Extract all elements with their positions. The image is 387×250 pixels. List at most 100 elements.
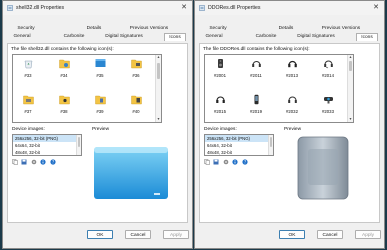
icon-cell[interactable]: #2015 (209, 93, 231, 117)
device-images-list[interactable]: 256x256, 32-bit (PNG) 64x64, 32-bit 48x4… (204, 134, 274, 156)
tab-digital-signatures[interactable]: Digital Signatures (104, 33, 144, 40)
device-image-item[interactable]: 256x256, 32-bit (PNG) (205, 135, 273, 142)
device-images-list[interactable]: 256x256, 32-bit (PNG) 64x64, 32-bit 48x4… (12, 134, 82, 156)
tab-carbonite[interactable]: Carbonite (61, 33, 87, 40)
scroll-thumb[interactable] (157, 63, 160, 79)
icon-label: #2015 (214, 109, 226, 114)
scroll-up-icon[interactable]: ▲ (348, 55, 353, 60)
tab-security[interactable]: Security (14, 25, 38, 32)
icon-cell[interactable]: #2011 (245, 57, 267, 81)
icon-cell[interactable]: #37 (17, 93, 39, 117)
device-image-item[interactable]: 48x48, 32-bit (205, 149, 273, 156)
cancel-button[interactable]: Cancel (125, 230, 151, 239)
info-icon[interactable] (40, 159, 46, 165)
icon-list[interactable]: #33 #34 #35 #36 #37 #38 #39 #40 ▲ ▼ (12, 54, 162, 123)
window-title: DDORes.dll Properties (208, 5, 261, 11)
device-image-item[interactable]: 64x64, 32-bit (205, 142, 273, 149)
icons-caption: The file DDORes.dll contains the followi… (203, 47, 310, 52)
tab-details[interactable]: Details (82, 25, 106, 32)
tab-digital-signatures[interactable]: Digital Signatures (296, 33, 336, 40)
icon-cell[interactable]: #35 (89, 57, 111, 81)
svg-text:?: ? (244, 160, 246, 165)
scroll-down-icon[interactable]: ▼ (348, 117, 353, 122)
tab-icons[interactable]: Icons (356, 33, 378, 41)
folder-icon (22, 95, 34, 105)
tab-previous-versions[interactable]: Previous Versions (318, 25, 364, 32)
icon-cell[interactable]: #2033 (317, 93, 339, 117)
icon-cell[interactable]: #33 (17, 57, 39, 81)
copy-icon[interactable] (12, 159, 18, 165)
scroll-down-icon[interactable]: ▼ (156, 117, 161, 122)
speaker-preview-icon (297, 136, 349, 200)
ok-button[interactable]: OK (279, 230, 305, 239)
icon-cell[interactable]: #40 (125, 93, 147, 117)
tab-strip: Security Details Previous Versions Gener… (6, 25, 189, 41)
icon-label: #2032 (286, 109, 298, 114)
copy-icon[interactable] (204, 159, 210, 165)
headset-icon (251, 61, 261, 67)
icon-list-scrollbar[interactable]: ▲ ▼ (155, 55, 161, 122)
icon-cell[interactable]: #2014 (317, 57, 339, 81)
close-icon[interactable]: ✕ (373, 3, 379, 11)
device-list-scrollbar[interactable] (268, 135, 273, 155)
icon-cell[interactable]: #2019 (245, 93, 267, 117)
icon-cell[interactable]: #38 (53, 93, 75, 117)
tab-security[interactable]: Security (206, 25, 230, 32)
properties-window-shell32: shell32.dll Properties ✕ Security Detail… (2, 0, 193, 249)
tab-details[interactable]: Details (274, 25, 298, 32)
icon-label: #2001 (214, 73, 226, 78)
help-icon[interactable]: ? (241, 159, 248, 165)
preview-label: Preview (284, 127, 302, 132)
device-images-label: Device images: (12, 127, 45, 132)
icon-cell[interactable]: #39 (89, 93, 111, 117)
webcam-icon (323, 97, 333, 104)
device-list-scrollbar[interactable] (76, 135, 81, 155)
icon-label: #35 (96, 73, 104, 78)
scroll-thumb[interactable] (78, 137, 80, 147)
device-image-item[interactable]: 256x256, 32-bit (PNG) (13, 135, 81, 142)
close-icon[interactable]: ✕ (181, 3, 187, 11)
cancel-button[interactable]: Cancel (317, 230, 343, 239)
dll-file-icon (199, 5, 205, 11)
apply-button[interactable]: Apply (355, 230, 381, 239)
help-icon[interactable]: ? (49, 159, 56, 165)
scroll-up-icon[interactable]: ▲ (156, 55, 161, 60)
tab-carbonite[interactable]: Carbonite (253, 33, 279, 40)
icon-label: #33 (24, 73, 32, 78)
icon-list[interactable]: #2001 #2011 #2013 #2014 #2015 #2019 #203… (204, 54, 354, 123)
icon-cell[interactable]: #34 (53, 57, 75, 81)
settings-icon[interactable] (31, 159, 37, 165)
info-icon[interactable] (232, 159, 238, 165)
save-icon[interactable] (213, 159, 219, 165)
device-image-item[interactable]: 64x64, 32-bit (13, 142, 81, 149)
tab-icons[interactable]: Icons (164, 33, 186, 41)
settings-icon[interactable] (223, 159, 229, 165)
tab-previous-versions[interactable]: Previous Versions (126, 25, 172, 32)
dll-file-icon (7, 5, 13, 11)
folder-globe-icon (58, 59, 70, 69)
headset-icon (323, 60, 333, 69)
icon-label: #36 (132, 73, 140, 78)
title-bar[interactable]: DDORes.dll Properties ✕ (195, 1, 384, 15)
icon-cell[interactable]: #2001 (209, 57, 231, 81)
tab-strip: Security Details Previous Versions Gener… (198, 25, 381, 41)
icon-cell[interactable]: #2013 (281, 57, 303, 81)
icon-cell[interactable]: #2032 (281, 93, 303, 117)
tab-general[interactable]: General (204, 33, 224, 40)
speaker-icon (217, 59, 223, 68)
icon-label: #37 (24, 109, 32, 114)
scroll-thumb[interactable] (349, 61, 352, 71)
save-icon[interactable] (21, 159, 27, 165)
icons-caption: The file shell32.dll contains the follow… (11, 47, 114, 52)
folder-icon (58, 95, 70, 105)
ok-button[interactable]: OK (87, 230, 113, 239)
icon-label: #38 (60, 109, 68, 114)
scroll-thumb[interactable] (270, 137, 272, 147)
apply-button[interactable]: Apply (163, 230, 189, 239)
icon-list-scrollbar[interactable]: ▲ ▼ (347, 55, 353, 122)
folder-icon (130, 95, 142, 105)
title-bar[interactable]: shell32.dll Properties ✕ (3, 1, 192, 15)
tab-general[interactable]: General (12, 33, 32, 40)
icon-cell[interactable]: #36 (125, 57, 147, 81)
device-image-item[interactable]: 48x48, 32-bit (13, 149, 81, 156)
